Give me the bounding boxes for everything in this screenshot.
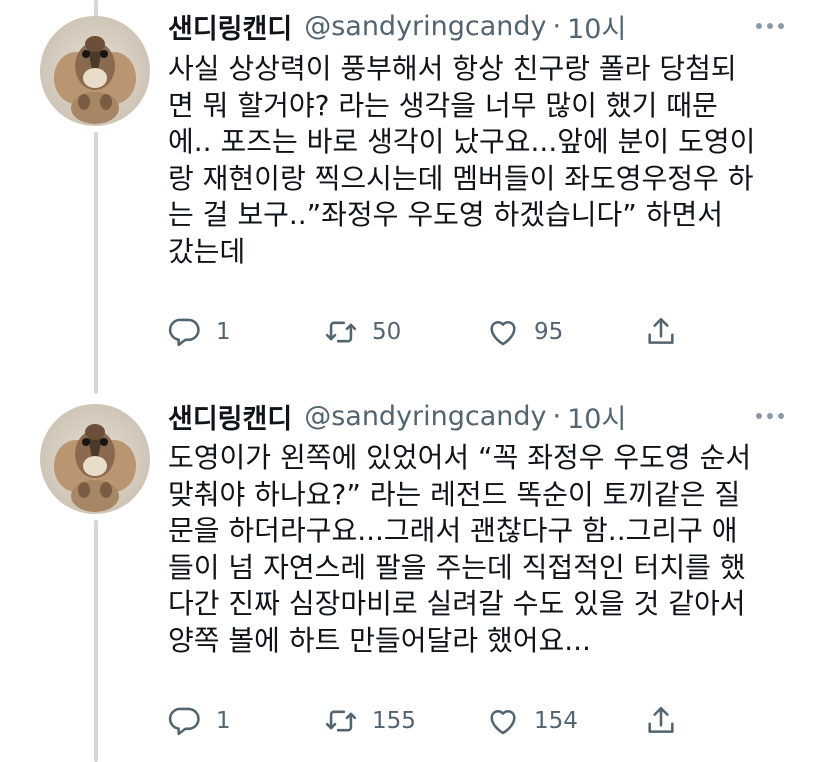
heart-icon bbox=[490, 320, 516, 346]
tweet-text-line: 맞춰야 하나요?” 라는 레전드 똑순이 토끼같은 질 bbox=[168, 477, 741, 511]
separator-dot: · bbox=[552, 400, 562, 432]
timestamp[interactable]: 10시 bbox=[567, 7, 626, 46]
share-button[interactable] bbox=[644, 312, 678, 352]
reply-button[interactable]: 1 bbox=[168, 701, 231, 741]
reply-button[interactable]: 1 bbox=[168, 312, 231, 352]
retweet-button[interactable]: 155 bbox=[324, 701, 416, 741]
share-icon bbox=[648, 706, 674, 733]
tweet-text-line: 문을 하더라구요...그래서 괜찮다구 함..그리구 애 bbox=[168, 514, 738, 547]
tweet[interactable]: 샌디링캔디 @sandyringcandy · 10시 도영이가 왼쪽에 있었어… bbox=[0, 388, 828, 762]
tweet-text-line: 는 걸 보구..”좌정우 우도영 하겠습니다” 하면서 bbox=[168, 198, 723, 231]
avatar[interactable] bbox=[40, 16, 150, 126]
tweet-text-line: 갔는데 bbox=[168, 234, 246, 268]
retweet-count: 155 bbox=[372, 708, 416, 734]
tweet-text-line: 도영이가 왼쪽에 있었어서 “꼭 좌정우 우도영 순서 bbox=[168, 441, 752, 474]
tweet-text-line: 사실 상상력이 풍부해서 항상 친구랑 폴라 당첨되 bbox=[168, 52, 737, 85]
tweet-actions: 1 155 154 bbox=[168, 701, 688, 741]
more-icon[interactable] bbox=[756, 6, 784, 46]
separator-dot: · bbox=[552, 10, 562, 42]
reply-count: 1 bbox=[216, 708, 231, 734]
retweet-icon bbox=[325, 710, 357, 732]
tweet-header: 샌디링캔디 @sandyringcandy · 10시 bbox=[168, 6, 626, 46]
reply-icon bbox=[168, 707, 200, 736]
like-button[interactable]: 95 bbox=[486, 312, 563, 352]
tweet-text-line: 에.. 포즈는 바로 생각이 났구요...앞에 분이 도영이 bbox=[168, 125, 756, 158]
reply-count: 1 bbox=[216, 319, 231, 345]
tweet[interactable]: 샌디링캔디 @sandyringcandy · 10시 사실 상상력이 풍부해서… bbox=[0, 0, 828, 380]
tweet-header: 샌디링캔디 @sandyringcandy · 10시 bbox=[168, 396, 626, 436]
tweet-text: 도영이가 왼쪽에 있었어서 “꼭 좌정우 우도영 순서 맞춰야 하나요?” 라는… bbox=[168, 440, 798, 659]
retweet-button[interactable]: 50 bbox=[324, 312, 401, 352]
user-handle[interactable]: @sandyringcandy bbox=[304, 401, 546, 432]
avatar[interactable] bbox=[40, 404, 150, 514]
like-count: 95 bbox=[534, 319, 564, 345]
tweet-text-line: 랑 재현이랑 찍으시는데 멤버들이 좌도영우정우 하 bbox=[168, 161, 754, 195]
retweet-count: 50 bbox=[372, 319, 402, 345]
tweet-text-line: 들이 넘 자연스레 팔을 주는데 직접적인 터치를 했 bbox=[168, 550, 746, 584]
tweet-text-line: 다간 진짜 심장마비로 실려갈 수도 있을 것 같아서 bbox=[168, 587, 746, 620]
share-button[interactable] bbox=[644, 701, 678, 741]
share-icon bbox=[648, 317, 674, 344]
retweet-icon bbox=[325, 321, 357, 343]
timestamp[interactable]: 10시 bbox=[567, 397, 626, 436]
reply-icon bbox=[168, 318, 200, 347]
tweet-text-line: 양쪽 볼에 하트 만들어달라 했어요... bbox=[168, 623, 591, 657]
chipmunk-avatar-icon bbox=[40, 404, 150, 514]
more-icon[interactable] bbox=[756, 396, 784, 436]
display-name[interactable]: 샌디링캔디 bbox=[168, 397, 292, 436]
display-name[interactable]: 샌디링캔디 bbox=[168, 7, 292, 46]
tweet-text-line: 면 뭐 할거야? 라는 생각을 너무 많이 했기 때문 bbox=[168, 88, 718, 122]
tweet-text: 사실 상상력이 풍부해서 항상 친구랑 폴라 당첨되 면 뭐 할거야? 라는 생… bbox=[168, 51, 798, 270]
like-count: 154 bbox=[534, 708, 578, 734]
tweet-actions: 1 50 95 bbox=[168, 312, 688, 352]
heart-icon bbox=[490, 709, 516, 735]
like-button[interactable]: 154 bbox=[486, 701, 578, 741]
chipmunk-avatar-icon bbox=[40, 16, 150, 126]
user-handle[interactable]: @sandyringcandy bbox=[304, 11, 546, 42]
